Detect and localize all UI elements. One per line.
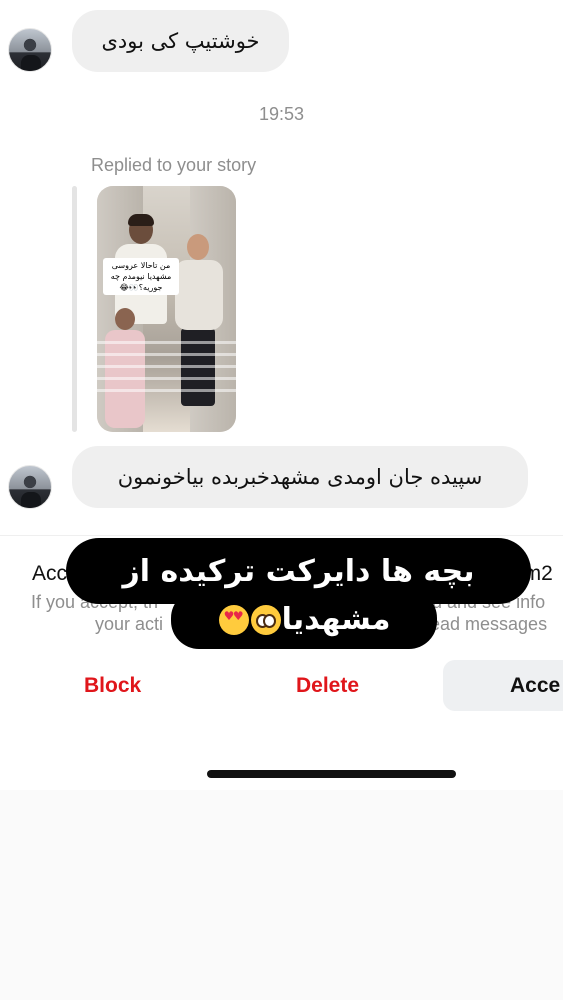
story-thumbnail[interactable]: من تاحالا عروسی مشهدیا نیومدم چه جوریه؟👀… xyxy=(97,186,236,432)
overlay-caption-text: بچه ها دایرکت ترکیده از xyxy=(122,553,475,589)
face-holding-back-tears-icon xyxy=(250,604,281,635)
heart-eyes-emoji-icon xyxy=(218,604,249,635)
message-bubble[interactable]: خوشتیپ کی بودی xyxy=(72,10,289,72)
overlay-caption-text: مشهدیا xyxy=(281,602,391,637)
request-title: Acc xyxy=(32,562,68,585)
delete-button[interactable]: Delete xyxy=(296,674,359,698)
request-info-text: your acti xyxy=(95,614,164,634)
story-caption: من تاحالا عروسی مشهدیا نیومدم چه جوریه؟👀… xyxy=(103,258,179,295)
message-text: سپیده جان اومدی مشهدخبربده بیاخونمون xyxy=(117,464,483,489)
sender-avatar[interactable] xyxy=(8,28,52,72)
elevator-rail xyxy=(97,341,236,393)
message-bubble[interactable]: سپیده جان اومدی مشهدخبربده بیاخونمون xyxy=(72,446,528,508)
home-indicator[interactable] xyxy=(207,770,456,778)
sender-avatar[interactable] xyxy=(8,465,52,509)
replied-to-story-label: Replied to your story xyxy=(91,155,257,175)
message-timestamp: 19:53 xyxy=(258,104,305,124)
message-text: خوشتیپ کی بودی xyxy=(101,28,260,53)
accept-button[interactable]: Acce xyxy=(443,660,563,711)
overlay-caption-line2: مشهدیا xyxy=(171,590,437,649)
reply-indicator-bar xyxy=(72,186,77,432)
block-button[interactable]: Block xyxy=(84,674,141,698)
request-info-text: ead messages xyxy=(430,614,548,634)
